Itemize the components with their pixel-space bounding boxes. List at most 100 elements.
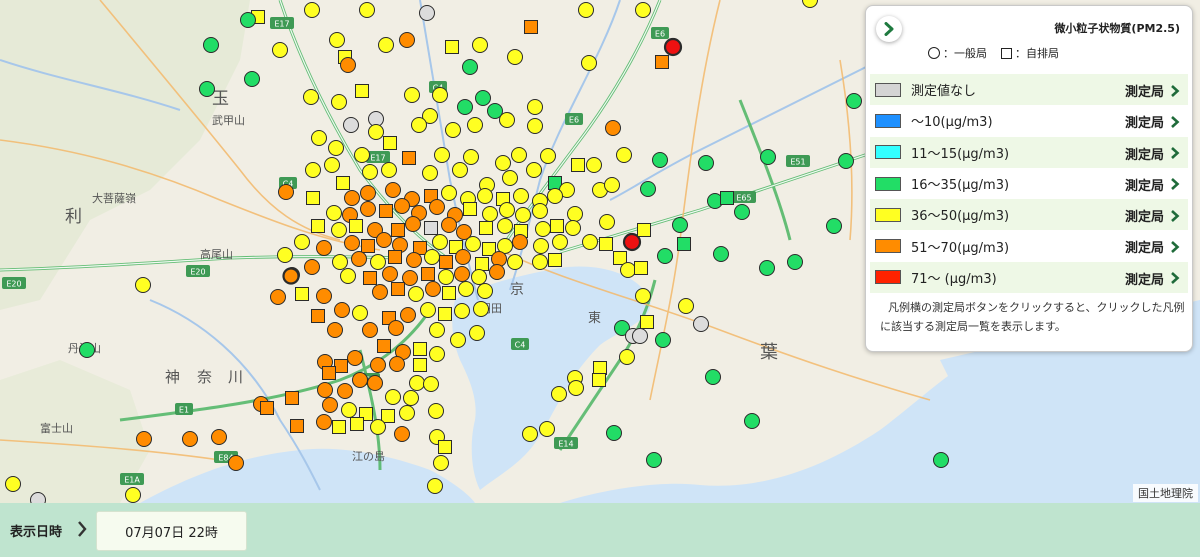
general-station-marker[interactable]	[125, 487, 141, 503]
roadside-station-marker[interactable]	[479, 221, 493, 235]
general-station-marker[interactable]	[340, 268, 356, 284]
general-station-marker[interactable]	[270, 289, 286, 305]
general-station-marker[interactable]	[420, 302, 436, 318]
general-station-marker[interactable]	[693, 316, 709, 332]
general-station-marker[interactable]	[838, 153, 854, 169]
general-station-marker[interactable]	[477, 188, 493, 204]
roadside-station-marker[interactable]	[438, 307, 452, 321]
general-station-marker[interactable]	[423, 376, 439, 392]
roadside-station-marker[interactable]	[593, 361, 607, 375]
roadside-station-marker[interactable]	[402, 151, 416, 165]
roadside-station-marker[interactable]	[720, 191, 734, 205]
roadside-station-marker[interactable]	[290, 419, 304, 433]
general-station-marker[interactable]	[533, 238, 549, 254]
general-station-marker[interactable]	[567, 206, 583, 222]
general-station-marker[interactable]	[522, 426, 538, 442]
general-station-marker[interactable]	[368, 124, 384, 140]
general-station-marker[interactable]	[441, 217, 457, 233]
general-station-marker[interactable]	[511, 147, 527, 163]
general-station-marker[interactable]	[5, 476, 21, 492]
roadside-station-marker[interactable]	[336, 176, 350, 190]
roadside-station-marker[interactable]	[322, 366, 336, 380]
roadside-station-marker[interactable]	[377, 339, 391, 353]
general-station-marker[interactable]	[760, 149, 776, 165]
general-station-marker[interactable]	[507, 49, 523, 65]
general-station-marker[interactable]	[678, 298, 694, 314]
legend-toggle-button[interactable]	[876, 16, 902, 42]
general-station-marker[interactable]	[316, 240, 332, 256]
general-station-marker[interactable]	[422, 165, 438, 181]
general-station-marker[interactable]	[429, 322, 445, 338]
general-station-marker[interactable]	[370, 357, 386, 373]
general-station-marker[interactable]	[334, 302, 350, 318]
roadside-station-marker[interactable]	[637, 223, 651, 237]
general-station-marker[interactable]	[352, 305, 368, 321]
roadside-station-marker[interactable]	[381, 409, 395, 423]
roadside-station-marker[interactable]	[391, 223, 405, 237]
general-station-marker[interactable]	[527, 118, 543, 134]
general-station-marker[interactable]	[527, 99, 543, 115]
general-station-marker[interactable]	[539, 421, 555, 437]
general-station-marker[interactable]	[428, 403, 444, 419]
general-station-marker[interactable]	[434, 147, 450, 163]
general-station-marker[interactable]	[411, 117, 427, 133]
general-station-marker[interactable]	[304, 259, 320, 275]
general-station-marker[interactable]	[632, 328, 648, 344]
general-station-marker[interactable]	[499, 202, 515, 218]
map-attribution[interactable]: 国土地理院	[1133, 484, 1198, 502]
general-station-marker[interactable]	[526, 162, 542, 178]
general-station-marker[interactable]	[79, 342, 95, 358]
general-station-marker[interactable]	[378, 37, 394, 53]
general-station-marker[interactable]	[495, 155, 511, 171]
roadside-station-marker[interactable]	[655, 55, 669, 69]
general-station-marker[interactable]	[433, 455, 449, 471]
roadside-station-marker[interactable]	[640, 315, 654, 329]
roadside-station-marker[interactable]	[424, 221, 438, 235]
general-station-marker[interactable]	[340, 57, 356, 73]
general-station-marker[interactable]	[515, 207, 531, 223]
general-station-marker[interactable]	[136, 431, 152, 447]
general-station-marker[interactable]	[452, 162, 468, 178]
general-station-marker[interactable]	[406, 252, 422, 268]
general-station-marker[interactable]	[388, 320, 404, 336]
general-station-marker[interactable]	[347, 350, 363, 366]
station-list-button[interactable]: 測定局	[1125, 206, 1180, 225]
general-station-marker[interactable]	[376, 232, 392, 248]
general-station-marker[interactable]	[322, 397, 338, 413]
general-station-marker[interactable]	[605, 120, 621, 136]
general-station-marker[interactable]	[655, 332, 671, 348]
general-station-marker[interactable]	[438, 269, 454, 285]
general-station-marker[interactable]	[619, 349, 635, 365]
roadside-station-marker[interactable]	[442, 286, 456, 300]
roadside-station-marker[interactable]	[413, 342, 427, 356]
general-station-marker[interactable]	[359, 2, 375, 18]
station-list-button[interactable]: 測定局	[1125, 175, 1180, 194]
general-station-marker[interactable]	[311, 130, 327, 146]
general-station-marker[interactable]	[382, 266, 398, 282]
general-station-marker[interactable]	[372, 284, 388, 300]
general-station-marker[interactable]	[646, 452, 662, 468]
roadside-station-marker[interactable]	[260, 401, 274, 415]
roadside-station-marker[interactable]	[445, 40, 459, 54]
general-station-marker[interactable]	[409, 375, 425, 391]
general-station-marker[interactable]	[616, 147, 632, 163]
general-station-marker[interactable]	[354, 147, 370, 163]
general-station-marker[interactable]	[705, 369, 721, 385]
roadside-station-marker[interactable]	[361, 239, 375, 253]
general-station-marker[interactable]	[278, 184, 294, 200]
roadside-station-marker[interactable]	[475, 257, 489, 271]
roadside-station-marker[interactable]	[391, 282, 405, 296]
general-station-marker[interactable]	[432, 87, 448, 103]
general-station-marker[interactable]	[457, 99, 473, 115]
roadside-station-marker[interactable]	[599, 237, 613, 251]
general-station-marker[interactable]	[317, 382, 333, 398]
general-station-marker[interactable]	[344, 235, 360, 251]
roadside-station-marker[interactable]	[634, 261, 648, 275]
general-station-marker[interactable]	[203, 37, 219, 53]
roadside-station-marker[interactable]	[413, 358, 427, 372]
general-station-marker[interactable]	[343, 117, 359, 133]
general-station-marker[interactable]	[477, 283, 493, 299]
roadside-station-marker[interactable]	[355, 84, 369, 98]
general-station-marker[interactable]	[454, 303, 470, 319]
general-station-marker[interactable]	[326, 205, 342, 221]
